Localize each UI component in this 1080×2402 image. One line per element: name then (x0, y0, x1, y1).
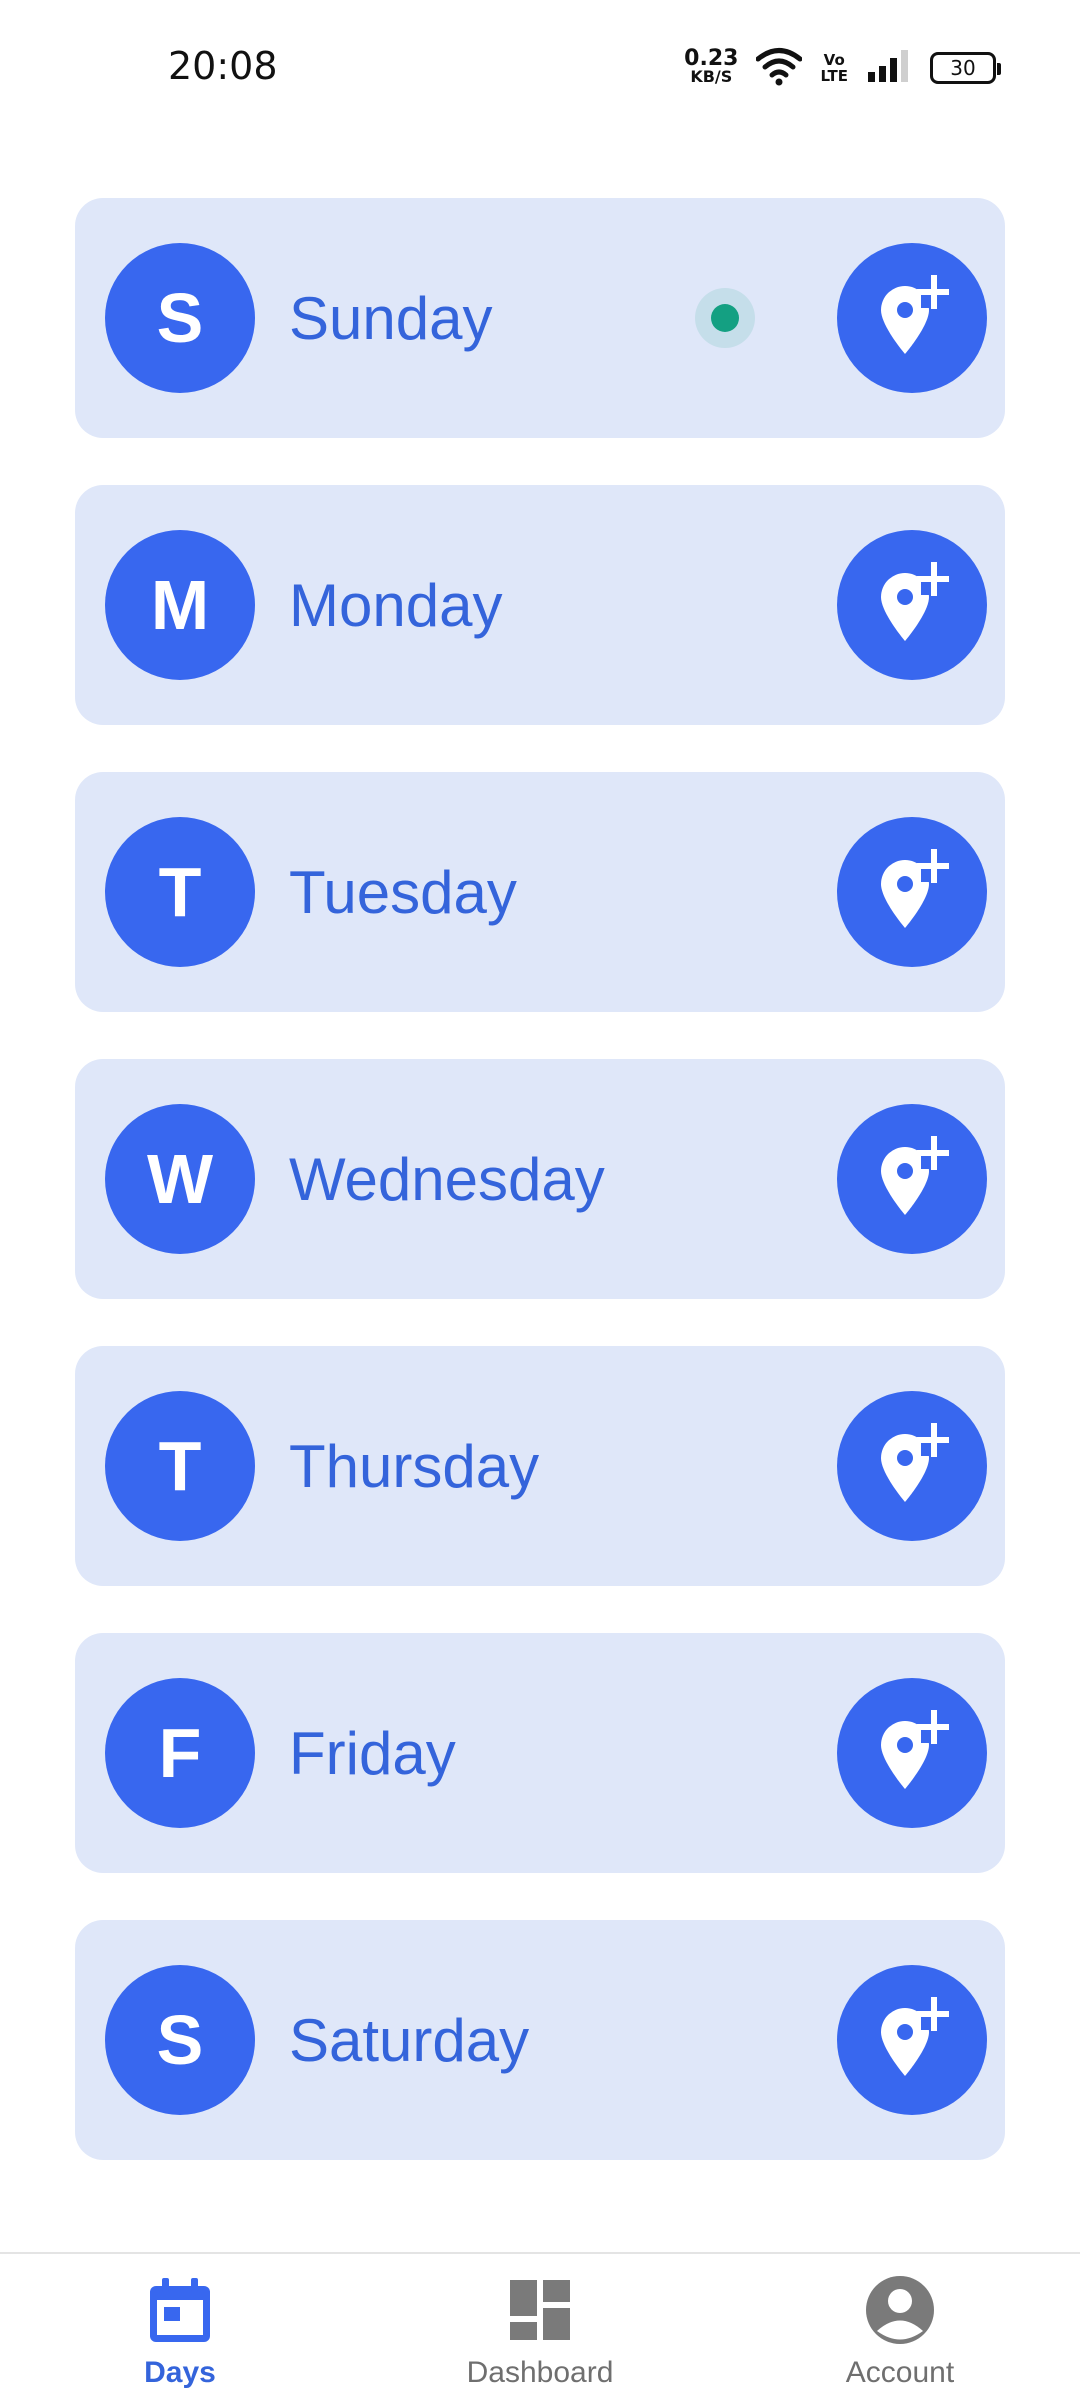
add-location-icon (875, 1135, 951, 1224)
calendar-icon (144, 2274, 216, 2346)
day-letter-avatar: W (105, 1104, 255, 1254)
bottom-nav: Days Dashboard Account (0, 2252, 1080, 2400)
day-name: Monday (289, 571, 503, 639)
day-card-friday[interactable]: F Friday (75, 1633, 1005, 1873)
status-time: 20:08 (168, 44, 278, 88)
status-icons: 0.23 KB/S Vo LTE 30 (684, 46, 1001, 91)
add-location-button[interactable] (837, 1965, 987, 2115)
wifi-icon (755, 46, 803, 91)
day-name: Tuesday (289, 858, 517, 926)
day-letter-avatar: S (105, 243, 255, 393)
day-name: Wednesday (289, 1145, 605, 1213)
add-location-button[interactable] (837, 1104, 987, 1254)
nav-item-days[interactable]: Days (0, 2254, 360, 2402)
add-location-icon (875, 561, 951, 650)
day-card-tuesday[interactable]: T Tuesday (75, 772, 1005, 1012)
add-location-button[interactable] (837, 817, 987, 967)
nav-item-dashboard[interactable]: Dashboard (360, 2254, 720, 2402)
day-letter-avatar: S (105, 1965, 255, 2115)
volte-top: Vo (823, 51, 845, 69)
add-location-icon (875, 1996, 951, 2085)
day-card-monday[interactable]: M Monday (75, 485, 1005, 725)
network-speed: 0.23 KB/S (684, 46, 739, 86)
add-location-button[interactable] (837, 530, 987, 680)
day-card-thursday[interactable]: T Thursday (75, 1346, 1005, 1586)
day-card-wednesday[interactable]: W Wednesday (75, 1059, 1005, 1299)
nav-label-days: Days (144, 2356, 216, 2389)
day-card-sunday[interactable]: S Sunday (75, 198, 1005, 438)
account-circle-icon (864, 2274, 936, 2346)
add-location-button[interactable] (837, 1678, 987, 1828)
battery-level: 30 (950, 56, 976, 80)
day-name: Sunday (289, 284, 493, 352)
add-location-icon (875, 848, 951, 937)
day-list: S Sunday M Monday T Tuesday W Wednesday … (75, 198, 1005, 2207)
add-location-button[interactable] (837, 243, 987, 393)
day-name: Saturday (289, 2006, 530, 2074)
nav-label-account: Account (845, 2356, 955, 2389)
add-location-button[interactable] (837, 1391, 987, 1541)
network-speed-unit: KB/S (690, 67, 733, 86)
add-location-icon (875, 274, 951, 363)
day-name: Friday (289, 1719, 456, 1787)
network-speed-value: 0.23 (684, 46, 739, 71)
status-bar: 20:08 0.23 KB/S Vo LTE 30 (0, 0, 1080, 136)
volte-indicator: Vo LTE (820, 52, 848, 84)
battery-icon: 30 (930, 52, 1001, 84)
volte-bottom: LTE (820, 67, 848, 85)
add-location-icon (875, 1422, 951, 1511)
nav-label-dashboard: Dashboard (466, 2356, 614, 2389)
nav-item-account[interactable]: Account (720, 2254, 1080, 2402)
dashboard-icon (504, 2274, 576, 2346)
day-name: Thursday (289, 1432, 540, 1500)
add-location-icon (875, 1709, 951, 1798)
day-letter-avatar: F (105, 1678, 255, 1828)
status-dot (695, 288, 755, 348)
day-letter-avatar: M (105, 530, 255, 680)
day-letter-avatar: T (105, 817, 255, 967)
day-card-saturday[interactable]: S Saturday (75, 1920, 1005, 2160)
signal-icon (866, 48, 912, 89)
day-letter-avatar: T (105, 1391, 255, 1541)
